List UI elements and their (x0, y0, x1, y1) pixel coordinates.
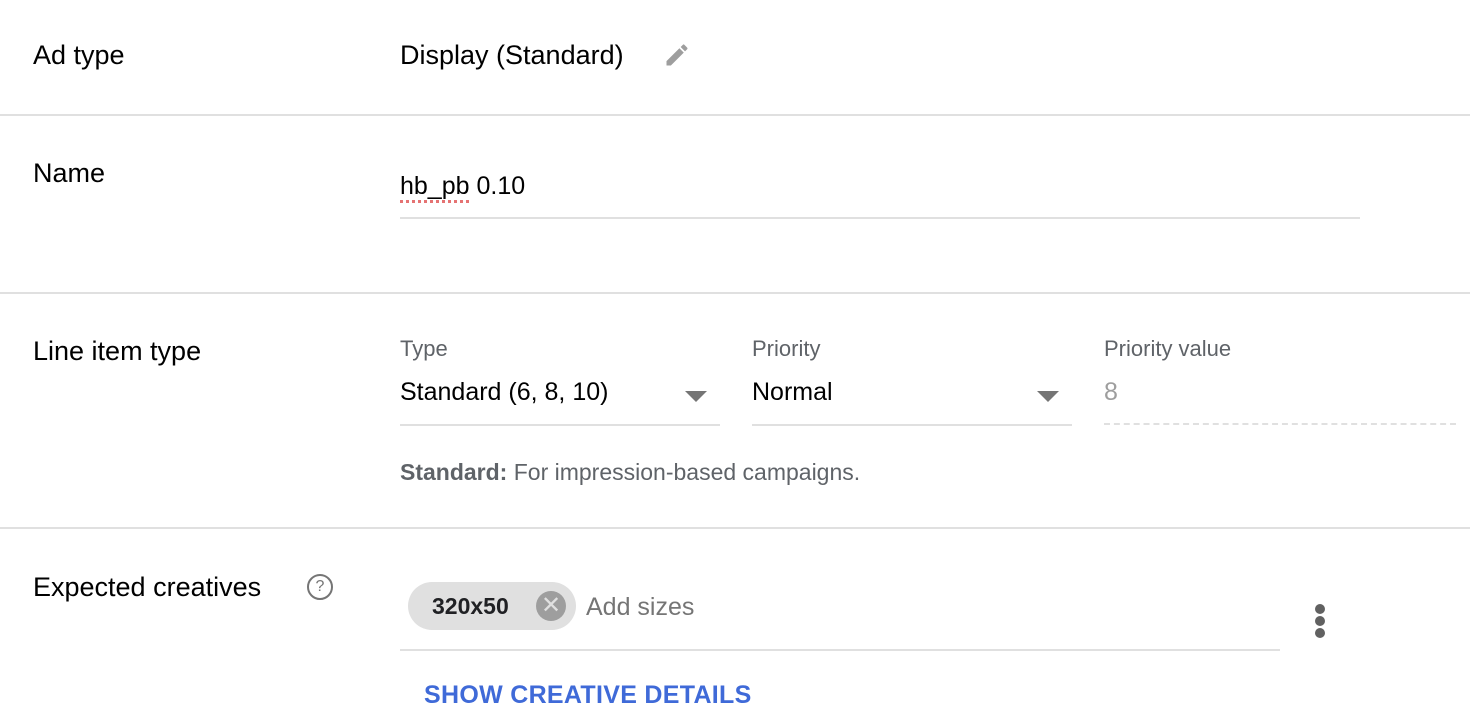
priority-value-underline (1104, 423, 1456, 425)
close-icon[interactable]: ✕ (536, 591, 566, 621)
type-hint-bold: Standard: (400, 459, 508, 485)
priority-value-field-label: Priority value (1104, 336, 1232, 361)
size-chip: 320x50 ✕ (408, 582, 576, 630)
priority-select-value: Normal (752, 378, 833, 406)
ad-type-label: Ad type (33, 40, 125, 70)
type-select-value: Standard (6, 8, 10) (400, 378, 609, 406)
ad-type-value: Display (Standard) (400, 40, 624, 70)
add-sizes-input[interactable] (586, 593, 1266, 622)
priority-field-label: Priority (752, 336, 821, 361)
show-creative-details-button[interactable]: SHOW CREATIVE DETAILS (424, 681, 752, 710)
divider (0, 527, 1470, 529)
type-hint: Standard: For impression-based campaigns… (400, 459, 860, 486)
help-circle-icon[interactable]: ? (307, 574, 333, 600)
priority-value-field: 8 (1104, 378, 1118, 406)
name-input[interactable]: hb_pb 0.10 (400, 172, 1360, 212)
more-dot (1315, 628, 1325, 638)
name-value-misspelled: hb_pb (400, 172, 470, 200)
priority-select[interactable]: Normal (752, 372, 1072, 424)
more-vert-icon[interactable] (1305, 598, 1335, 642)
priority-select-underline (752, 424, 1072, 426)
more-dot (1315, 604, 1325, 614)
name-label: Name (33, 158, 106, 188)
divider (0, 292, 1470, 294)
chevron-down-icon (685, 391, 707, 402)
pencil-icon[interactable] (663, 41, 691, 69)
name-input-underline (400, 217, 1360, 219)
line-item-type-label: Line item type (33, 336, 202, 366)
expected-creatives-label: Expected creatives (33, 572, 262, 602)
type-field-label: Type (400, 336, 448, 361)
type-select[interactable]: Standard (6, 8, 10) (400, 372, 720, 424)
more-dot (1315, 616, 1325, 626)
type-hint-text: For impression-based campaigns. (507, 459, 861, 485)
size-chip-label: 320x50 (432, 593, 509, 619)
type-select-underline (400, 424, 720, 426)
add-sizes-underline (400, 649, 1280, 651)
chevron-down-icon (1037, 391, 1059, 402)
divider (0, 114, 1470, 116)
name-value-rest: 0.10 (469, 172, 526, 200)
